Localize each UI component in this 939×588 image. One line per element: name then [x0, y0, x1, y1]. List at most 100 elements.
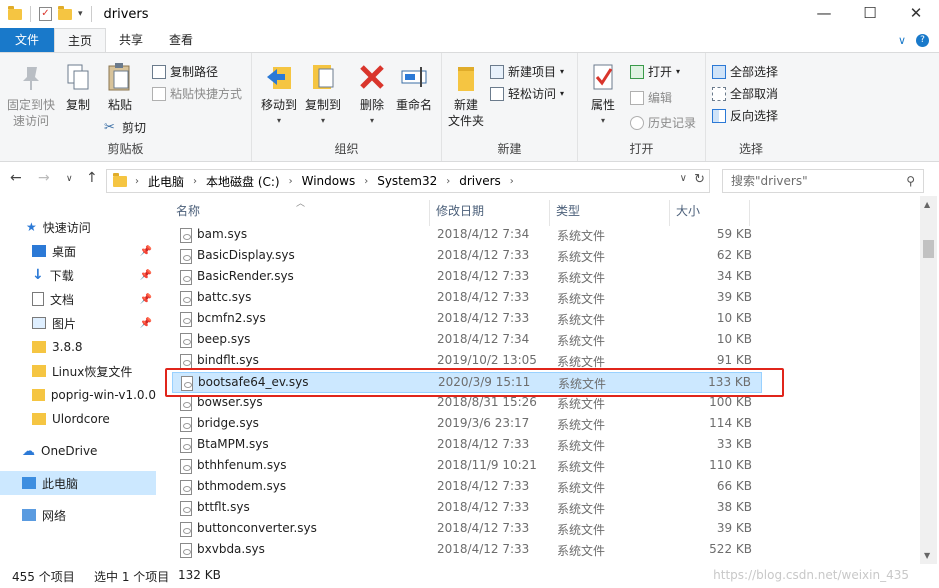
collapse-ribbon-icon[interactable]: ∨: [898, 34, 906, 47]
file-row[interactable]: beep.sys 2018/4/12 7:34 系统文件 10 KB: [172, 330, 762, 351]
file-name: BasicRender.sys: [197, 269, 294, 283]
file-row[interactable]: buttonconverter.sys 2018/4/12 7:33 系统文件 39 …: [172, 519, 762, 540]
file-row[interactable]: BasicDisplay.sys 2018/4/12 7:33 系统文件 62 KB: [172, 246, 762, 267]
column-header-name[interactable]: 名称: [170, 200, 430, 226]
nav-network[interactable]: 网络: [0, 503, 156, 527]
nav-onedrive[interactable]: ☁ OneDrive: [0, 439, 156, 463]
history-label: 历史记录: [648, 116, 697, 130]
status-bar: 455 个项目 选中 1 个项目 132 KB https://blog.csd…: [0, 564, 939, 588]
column-header-size[interactable]: 大小: [670, 200, 750, 226]
copy-path-button[interactable]: 复制路径: [152, 63, 218, 80]
nav-folder-poprig[interactable]: poprig-win-v1.0.0: [0, 383, 156, 407]
properties-button[interactable]: 属性 ▾: [586, 61, 620, 129]
nav-downloads[interactable]: ↓ 下载 📌: [0, 263, 156, 287]
chevron-right-icon[interactable]: ›: [510, 176, 514, 187]
tab-home[interactable]: 主页: [54, 28, 107, 52]
file-size: 10 KB: [716, 311, 752, 325]
address-dropdown-icon[interactable]: ∨: [680, 173, 687, 184]
file-row[interactable]: BasicRender.sys 2018/4/12 7:33 系统文件 34 KB: [172, 267, 762, 288]
easy-access-button[interactable]: 轻松访问 ▾: [490, 85, 564, 102]
pin-quick-access-button[interactable]: 固定到快 速访问: [4, 61, 58, 129]
edit-button[interactable]: 编辑: [630, 89, 672, 106]
chevron-right-icon[interactable]: ›: [289, 176, 293, 187]
chevron-right-icon[interactable]: ›: [446, 176, 450, 187]
new-item-button[interactable]: 新建项目 ▾: [490, 63, 564, 80]
new-folder-icon[interactable]: [58, 5, 72, 20]
new-folder-label-1: 新建: [453, 98, 478, 112]
rename-button[interactable]: 重命名: [392, 61, 436, 113]
maximize-button[interactable]: ☐: [847, 0, 893, 28]
invert-selection-button[interactable]: 反向选择: [712, 107, 778, 124]
nav-this-pc[interactable]: 此电脑: [0, 471, 156, 495]
back-arrow-icon[interactable]: ←: [10, 170, 22, 186]
file-row[interactable]: bxvbda.sys 2018/4/12 7:33 系统文件 522 KB: [172, 540, 762, 561]
search-input[interactable]: 搜索"drivers" ⚲: [722, 169, 924, 193]
new-group-label: 新建: [497, 142, 522, 156]
tab-view[interactable]: 查看: [156, 28, 206, 52]
nav-folder-linux-recovery[interactable]: Linux恢复文件: [0, 359, 156, 383]
cut-button[interactable]: ✂ 剪切: [104, 119, 146, 136]
file-row[interactable]: BtaMPM.sys 2018/4/12 7:33 系统文件 33 KB: [172, 435, 762, 456]
forward-arrow-icon[interactable]: →: [38, 170, 50, 186]
chevron-right-icon[interactable]: ›: [364, 176, 368, 187]
address-bar[interactable]: › 此电脑 › 本地磁盘 (C:) › Windows › System32 ›…: [106, 169, 710, 193]
select-all-button[interactable]: 全部选择: [712, 63, 778, 80]
scroll-down-icon[interactable]: ▼: [924, 551, 930, 560]
open-button[interactable]: 打开 ▾: [630, 63, 680, 80]
breadcrumb-windows[interactable]: Windows: [302, 174, 356, 188]
select-none-button[interactable]: 全部取消: [712, 85, 778, 102]
vertical-scrollbar[interactable]: ▲ ▼: [920, 196, 937, 564]
pin-icon[interactable]: 📌: [140, 318, 152, 329]
file-row[interactable]: bttflt.sys 2018/4/12 7:33 系统文件 38 KB: [172, 498, 762, 519]
scrollbar-thumb[interactable]: [923, 240, 934, 258]
breadcrumb-system32[interactable]: System32: [377, 174, 437, 188]
column-header-type[interactable]: 类型: [550, 200, 670, 226]
delete-x-icon: [356, 61, 388, 93]
copy-to-button[interactable]: 复制到 ▾: [302, 61, 344, 129]
nav-pictures[interactable]: 图片 📌: [0, 311, 156, 335]
move-to-button[interactable]: 移动到 ▾: [258, 61, 300, 129]
properties-icon[interactable]: ✓: [39, 7, 52, 21]
scroll-up-icon[interactable]: ▲: [924, 200, 930, 209]
help-icon[interactable]: ?: [916, 34, 929, 47]
new-folder-button[interactable]: 新建 文件夹: [446, 61, 486, 129]
dropdown-arrow-icon: ▾: [369, 116, 374, 125]
breadcrumb-this-pc[interactable]: 此电脑: [148, 173, 184, 190]
selected-count: 选中 1 个项目: [94, 570, 170, 584]
move-to-icon: [263, 61, 295, 93]
delete-button[interactable]: 删除 ▾: [352, 61, 392, 129]
paste-shortcut-button[interactable]: 粘贴快捷方式: [152, 85, 242, 102]
file-row[interactable]: bridge.sys 2019/3/6 23:17 系统文件 114 KB: [172, 414, 762, 435]
customize-toolbar-icon[interactable]: ▾: [78, 9, 83, 19]
recent-locations-icon[interactable]: ∨: [66, 174, 73, 184]
file-row[interactable]: battc.sys 2018/4/12 7:33 系统文件 39 KB: [172, 288, 762, 309]
navigation-pane: ★ 快速访问 桌面 📌 ↓ 下载 📌 文档 📌 图片 📌 3.8.8 Linux…: [0, 205, 160, 563]
column-header-date[interactable]: 修改日期: [430, 200, 550, 226]
folder-icon[interactable]: [8, 5, 22, 20]
nav-folder-ulordcore[interactable]: Ulordcore: [0, 407, 156, 431]
nav-desktop[interactable]: 桌面 📌: [0, 239, 156, 263]
file-row[interactable]: bcmfn2.sys 2018/4/12 7:33 系统文件 10 KB: [172, 309, 762, 330]
copy-button[interactable]: 复制: [60, 61, 96, 113]
history-button[interactable]: 历史记录: [630, 114, 696, 131]
chevron-right-icon[interactable]: ›: [193, 176, 197, 187]
file-row[interactable]: bthhfenum.sys 2018/11/9 10:21 系统文件 110 KB: [172, 456, 762, 477]
pin-icon[interactable]: 📌: [140, 246, 152, 257]
pin-icon[interactable]: 📌: [140, 294, 152, 305]
up-arrow-icon[interactable]: ↑: [86, 170, 98, 186]
selected-size: 132 KB: [178, 568, 221, 582]
nav-folder-3-8-8[interactable]: 3.8.8: [0, 335, 156, 359]
paste-button[interactable]: 粘贴: [100, 61, 140, 113]
nav-documents[interactable]: 文档 📌: [0, 287, 156, 311]
breadcrumb-local-disk[interactable]: 本地磁盘 (C:): [206, 173, 280, 190]
file-row[interactable]: bthmodem.sys 2018/4/12 7:33 系统文件 66 KB: [172, 477, 762, 498]
tab-share[interactable]: 共享: [106, 28, 156, 52]
refresh-icon[interactable]: ↻: [694, 172, 705, 187]
minimize-button[interactable]: —: [801, 0, 847, 28]
breadcrumb-drivers[interactable]: drivers: [459, 174, 501, 188]
close-button[interactable]: ✕: [893, 0, 939, 28]
nav-quick-access[interactable]: ★ 快速访问: [0, 215, 156, 239]
file-row[interactable]: bam.sys 2018/4/12 7:34 系统文件 59 KB: [172, 225, 762, 246]
pin-icon[interactable]: 📌: [140, 270, 152, 281]
tab-file[interactable]: 文件: [0, 28, 54, 52]
